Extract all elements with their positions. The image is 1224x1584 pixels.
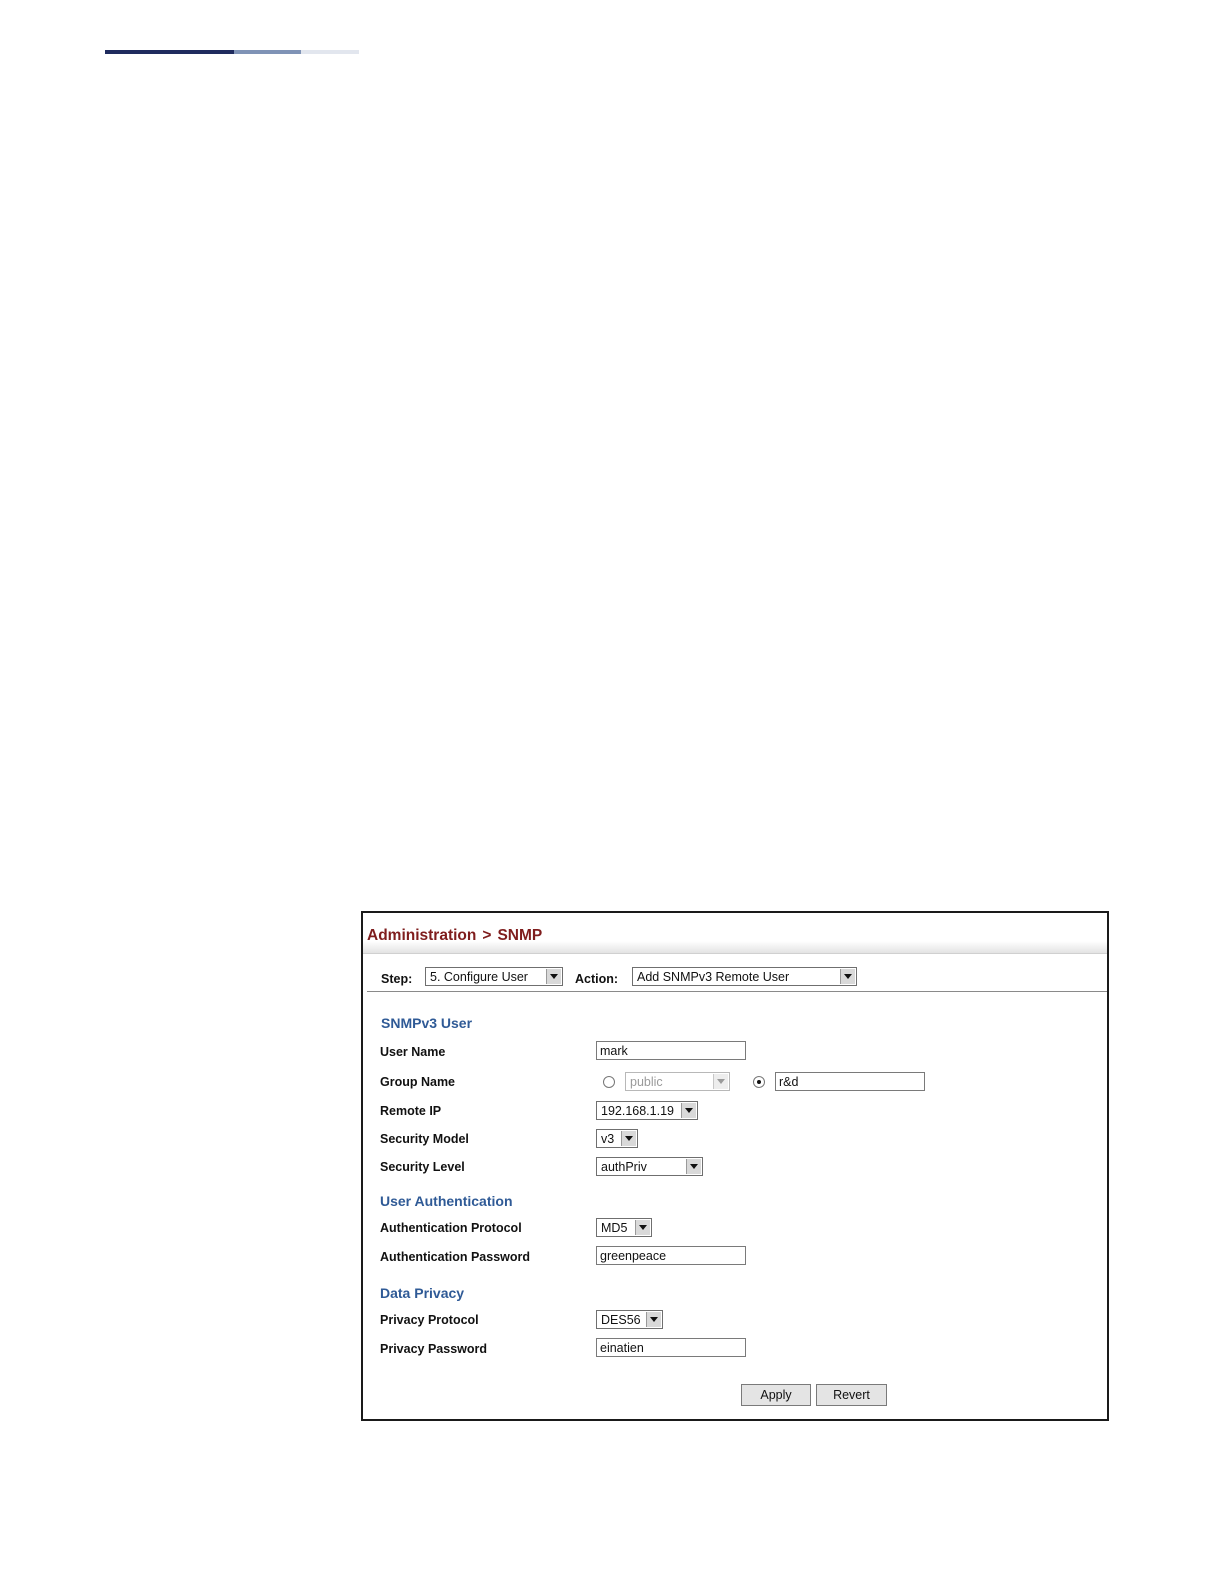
- section-heading-data-privacy: Data Privacy: [380, 1285, 465, 1301]
- breadcrumb: Administration > SNMP: [367, 927, 542, 945]
- privacy-password-input[interactable]: einatien: [596, 1338, 746, 1357]
- security-model-label: Security Model: [380, 1132, 469, 1146]
- header-rule-mid: [234, 50, 301, 54]
- breadcrumb-current: SNMP: [497, 927, 543, 944]
- chevron-down-icon[interactable]: [840, 969, 855, 984]
- user-name-input[interactable]: mark: [596, 1041, 746, 1060]
- step-action-toolbar: Step: 5. Configure User Action: Add SNMP…: [367, 965, 1107, 992]
- group-name-label: Group Name: [380, 1075, 456, 1089]
- auth-protocol-label: Authentication Protocol: [380, 1221, 522, 1235]
- section-heading-user-authentication: User Authentication: [380, 1193, 513, 1209]
- step-select-value: 5. Configure User: [430, 970, 528, 984]
- user-name-value: mark: [600, 1044, 628, 1058]
- chevron-down-icon[interactable]: [686, 1159, 701, 1174]
- action-select-value: Add SNMPv3 Remote User: [637, 970, 790, 984]
- security-level-select[interactable]: authPriv: [596, 1157, 703, 1176]
- auth-password-label: Authentication Password: [380, 1250, 531, 1264]
- group-name-text-radio[interactable]: [753, 1076, 765, 1088]
- chevron-down-icon[interactable]: [681, 1103, 696, 1118]
- auth-protocol-value: MD5: [601, 1221, 628, 1235]
- revert-button[interactable]: Revert: [816, 1384, 887, 1406]
- security-model-select[interactable]: v3: [596, 1129, 638, 1148]
- action-label: Action:: [575, 972, 619, 986]
- group-name-select-radio[interactable]: [603, 1076, 615, 1088]
- security-level-value: authPriv: [601, 1160, 647, 1174]
- chevron-down-icon[interactable]: [646, 1312, 661, 1327]
- privacy-password-label: Privacy Password: [380, 1342, 488, 1356]
- step-select[interactable]: 5. Configure User: [425, 967, 563, 986]
- action-select[interactable]: Add SNMPv3 Remote User: [632, 967, 857, 986]
- group-name-input[interactable]: r&d: [775, 1072, 925, 1091]
- remote-ip-select[interactable]: 192.168.1.19: [596, 1101, 698, 1120]
- remote-ip-value: 192.168.1.19: [601, 1104, 674, 1118]
- security-model-value: v3: [601, 1132, 615, 1146]
- group-name-text-value: r&d: [779, 1075, 799, 1089]
- apply-button[interactable]: Apply: [741, 1384, 811, 1406]
- security-level-label: Security Level: [380, 1160, 465, 1174]
- chevron-down-icon[interactable]: [635, 1220, 650, 1235]
- snmp-config-panel: Administration > SNMP Step: 5. Configure U…: [361, 911, 1109, 1421]
- title-bar: Administration > SNMP: [363, 913, 1107, 954]
- privacy-protocol-value: DES56: [601, 1313, 641, 1327]
- privacy-protocol-select[interactable]: DES56: [596, 1310, 663, 1329]
- breadcrumb-parent[interactable]: Administration: [367, 927, 476, 944]
- auth-password-value: greenpeace: [600, 1249, 667, 1263]
- chevron-down-icon[interactable]: [546, 969, 561, 984]
- auth-password-input[interactable]: greenpeace: [596, 1246, 746, 1265]
- user-name-label: User Name: [380, 1045, 446, 1059]
- header-rule-dark: [105, 50, 234, 54]
- step-label: Step:: [381, 972, 413, 986]
- group-name-select-value: public: [630, 1075, 663, 1089]
- chevron-down-icon[interactable]: [713, 1074, 728, 1089]
- header-rule-light: [301, 50, 359, 54]
- section-heading-snmpv3-user: SNMPv3 User: [381, 1015, 473, 1031]
- breadcrumb-separator: >: [482, 927, 492, 944]
- privacy-protocol-label: Privacy Protocol: [380, 1313, 479, 1327]
- group-name-select[interactable]: public: [625, 1072, 730, 1091]
- chevron-down-icon[interactable]: [621, 1131, 636, 1146]
- remote-ip-label: Remote IP: [380, 1104, 442, 1118]
- auth-protocol-select[interactable]: MD5: [596, 1218, 652, 1237]
- privacy-password-value: einatien: [600, 1341, 644, 1355]
